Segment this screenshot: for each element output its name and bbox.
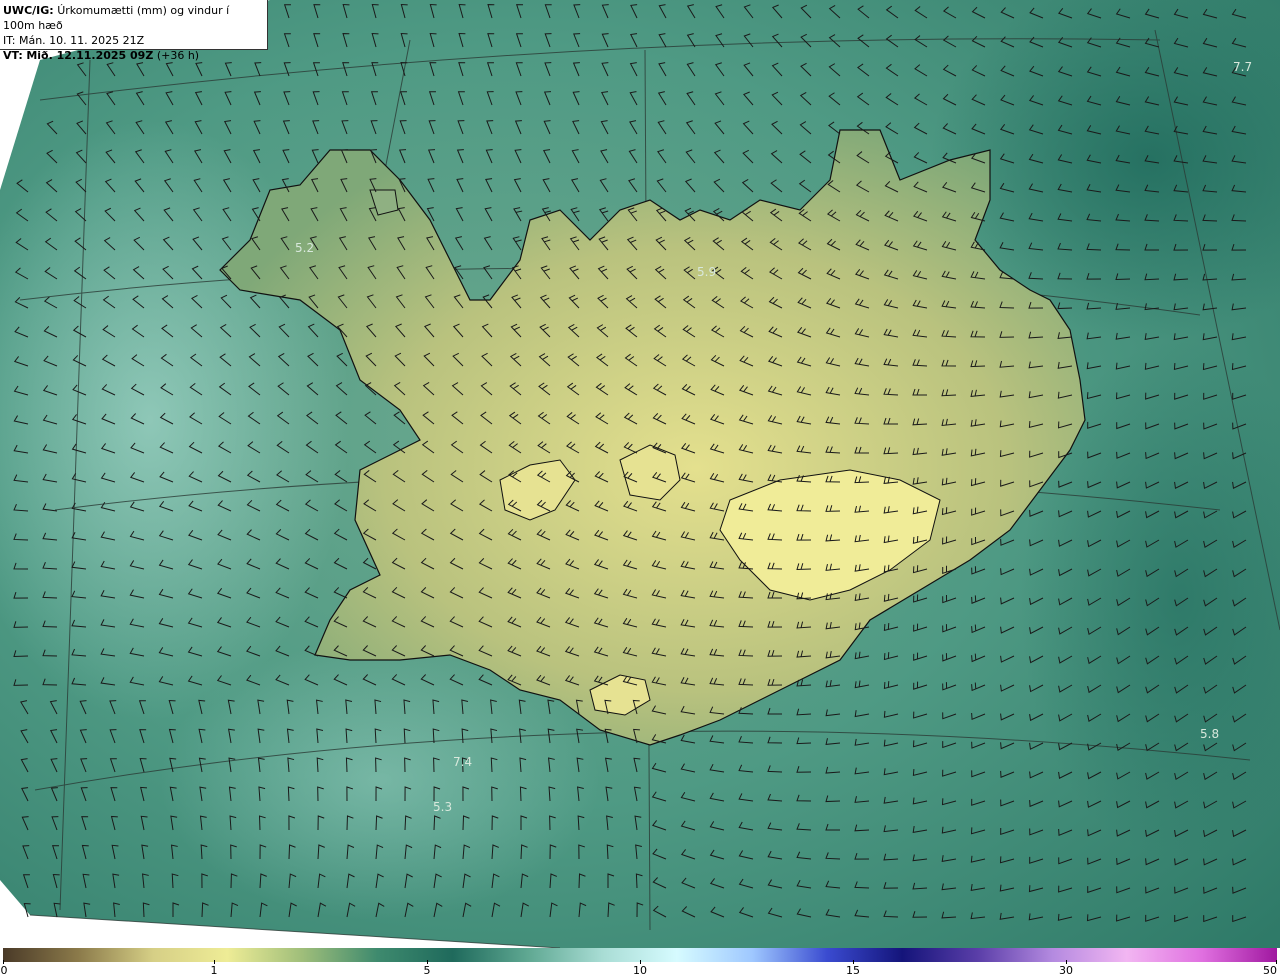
- init-time-line: IT: Mán. 10. 11. 2025 21Z: [3, 33, 264, 48]
- title-line: UWC/IG: Úrkomumætti (mm) og vindur í 100…: [3, 3, 264, 33]
- map-value-label: 5.9: [697, 265, 716, 279]
- lead-time: (+36 h): [156, 49, 200, 62]
- colorbar-tick: 30: [1059, 964, 1073, 977]
- model-label: UWC/IG:: [3, 4, 54, 17]
- colorbar-tick: 10: [633, 964, 647, 977]
- valid-time-label: VT:: [3, 49, 23, 62]
- valid-time-value: Mið. 12.11.2025 09Z: [26, 49, 154, 62]
- colorbar: 0 1 5 10 15 30 50: [0, 948, 1280, 978]
- colorbar-tick: 0: [0, 964, 8, 977]
- map-value-label: 5.3: [433, 800, 452, 814]
- valid-time-line: VT: Mið. 12.11.2025 09Z (+36 h): [3, 48, 264, 63]
- map-value-label: 5.8: [1200, 727, 1219, 741]
- init-time-label: IT:: [3, 34, 16, 47]
- colorbar-tick: 1: [210, 964, 218, 977]
- map-value-label: 5.2: [295, 241, 314, 255]
- colorbar-tick: 15: [846, 964, 860, 977]
- map-value-label: 7.4: [453, 755, 472, 769]
- map-info-box: UWC/IG: Úrkomumætti (mm) og vindur í 100…: [0, 0, 268, 62]
- map-value-label: 7.7: [1233, 60, 1252, 74]
- init-time-value: Mán. 10. 11. 2025 21Z: [18, 34, 145, 47]
- colorbar-tick: 50: [1263, 964, 1277, 977]
- colorbar-tick: 5: [423, 964, 431, 977]
- weather-map: 7.7 5.2 5.9 5.8 7.4 5.3: [0, 0, 1280, 948]
